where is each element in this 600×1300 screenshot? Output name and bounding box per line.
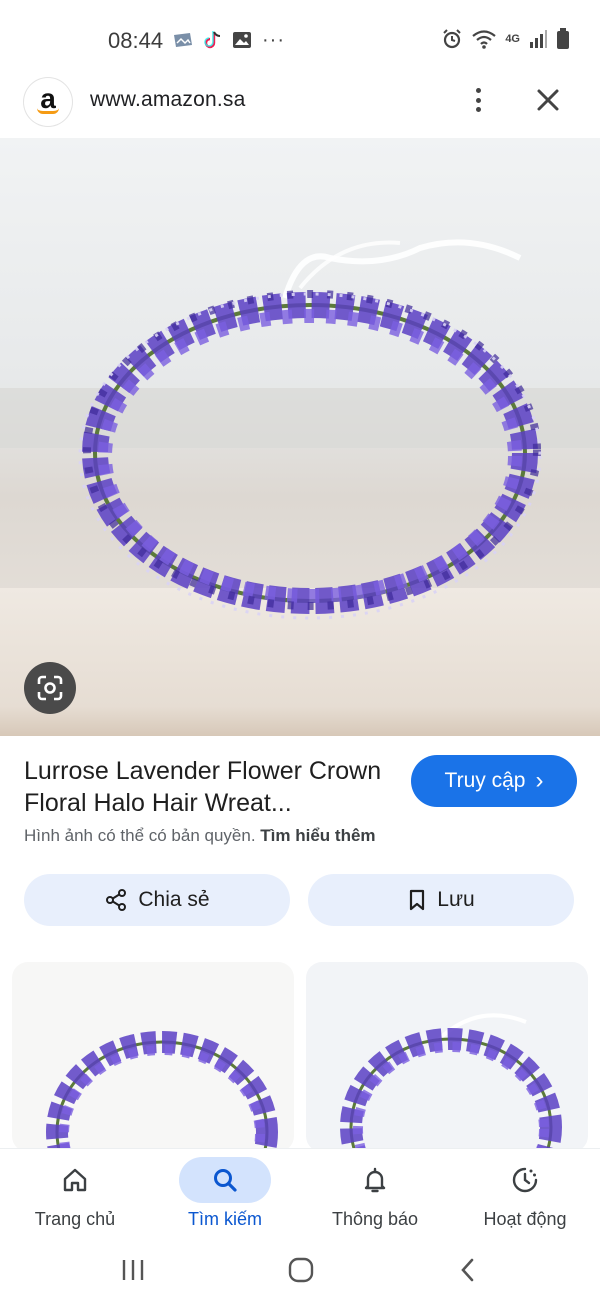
back-system-button[interactable]	[438, 1250, 498, 1290]
battery-icon	[557, 28, 569, 49]
kebab-dot	[475, 97, 481, 103]
copyright-text: Hình ảnh có thể có bản quyền.	[24, 826, 256, 845]
share-icon	[106, 889, 127, 911]
home-icon	[63, 1168, 87, 1192]
nav-icon-container	[179, 1157, 271, 1203]
wifi-icon	[472, 30, 497, 49]
google-image-viewer: 08:44 ··· 4G a www.amazon.sa Lurrose Lav…	[0, 0, 600, 1300]
tiktok-icon	[204, 31, 221, 49]
image-icon	[233, 32, 251, 48]
related-images	[0, 962, 600, 1152]
bookmark-icon	[410, 889, 425, 911]
recent-apps-icon	[122, 1260, 144, 1280]
4g-icon: 4G	[505, 32, 520, 45]
more-options-button[interactable]	[468, 84, 488, 116]
nav-activity[interactable]: Hoạt động	[450, 1149, 600, 1243]
amazon-smile-icon	[37, 108, 59, 114]
visit-label: Truy cập	[444, 769, 526, 792]
save-button[interactable]: Lưu	[308, 874, 574, 926]
status-left-icons: ···	[172, 30, 285, 50]
nav-search-label: Tìm kiếm	[188, 1209, 262, 1229]
nav-home[interactable]: Trang chủ	[0, 1149, 150, 1243]
amazon-logo[interactable]: a	[24, 78, 72, 126]
save-label: Lưu	[437, 888, 475, 911]
system-navigation-bar	[0, 1242, 600, 1300]
copyright-notice: Hình ảnh có thể có bản quyền. Tìm hiểu t…	[24, 826, 376, 846]
nav-notifications[interactable]: Thông báo	[300, 1149, 450, 1243]
nav-search[interactable]: Tìm kiếm	[150, 1149, 300, 1243]
search-icon	[214, 1169, 237, 1192]
kebab-dot	[475, 107, 481, 112]
learn-more-link[interactable]: Tìm hiểu thêm	[260, 826, 375, 845]
chevron-right-icon: ›	[535, 767, 544, 794]
home-system-button[interactable]	[271, 1250, 331, 1290]
share-label: Chia sẻ	[138, 888, 210, 911]
home-circle-icon	[288, 1257, 314, 1283]
back-chevron-icon	[461, 1258, 474, 1282]
nav-icon-container	[479, 1157, 571, 1203]
bell-icon	[364, 1167, 386, 1193]
bottom-navigation: Trang chủ Tìm kiếm Thông báo Hoạt động	[0, 1148, 600, 1242]
close-icon[interactable]	[530, 82, 566, 118]
more-dots-icon: ···	[262, 29, 285, 51]
nav-activity-label: Hoạt động	[483, 1209, 567, 1229]
nav-notifications-label: Thông báo	[331, 1209, 419, 1229]
recent-apps-button[interactable]	[103, 1250, 163, 1290]
product-title: Lurrose Lavender Flower Crown Floral Hal…	[24, 757, 382, 817]
kebab-dot	[475, 88, 481, 93]
source-header: a www.amazon.sa	[0, 72, 600, 138]
related-image-card[interactable]	[12, 962, 294, 1152]
main-product-image[interactable]	[0, 138, 600, 736]
related-flower-crown-image	[340, 1013, 562, 1152]
activity-icon	[512, 1167, 538, 1193]
alarm-icon	[443, 29, 462, 49]
gallery-icon	[174, 33, 192, 47]
google-lens-button[interactable]	[24, 662, 76, 714]
visit-button[interactable]: Truy cập ›	[411, 755, 577, 807]
share-button[interactable]: Chia sẻ	[24, 874, 290, 926]
related-flower-crown-image	[46, 1031, 278, 1152]
status-right-icons: 4G	[441, 28, 570, 50]
nav-icon-container	[29, 1157, 121, 1203]
status-time: 08:44	[108, 28, 164, 53]
related-image-card[interactable]	[306, 962, 588, 1152]
nav-icon-container	[329, 1157, 421, 1203]
source-url[interactable]: www.amazon.sa	[90, 88, 246, 112]
signal-icon	[530, 30, 547, 48]
nav-home-label: Trang chủ	[34, 1209, 116, 1229]
status-bar: 08:44 ··· 4G	[0, 0, 600, 72]
google-lens-icon	[37, 675, 63, 701]
flower-crown-illustration	[78, 239, 542, 620]
